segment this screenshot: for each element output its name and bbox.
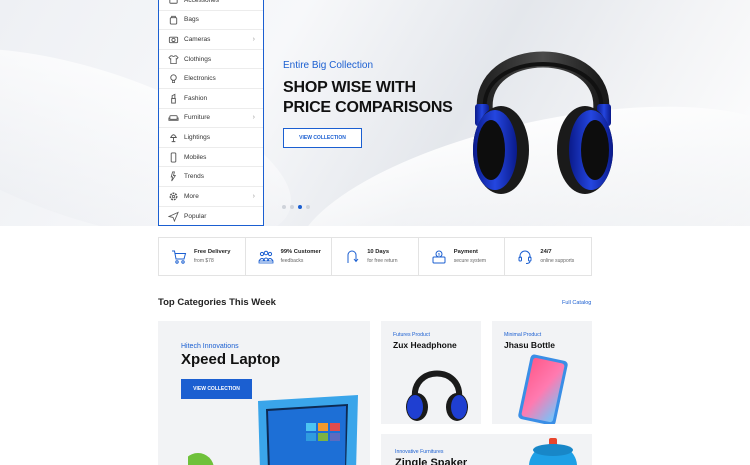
slider-dot[interactable] [282, 205, 286, 209]
hero-title: SHOP WISE WITH PRICE COMPARISONS [283, 78, 453, 118]
feature-text: Payment secure system [454, 249, 486, 264]
category-menu: Accessories Bags Cameras › Clothings Electron… [158, 0, 264, 226]
slider-dot[interactable] [298, 205, 302, 209]
category-item-label: Popular [184, 212, 207, 220]
hero-banner: Accessories Bags Cameras › Clothings Electron… [0, 0, 750, 226]
feature-title: 24/7 [540, 249, 552, 255]
hero-title-line2: PRICE COMPARISONS [283, 99, 453, 116]
category-item-furniture[interactable]: Furniture › [159, 109, 263, 129]
feature-title: 99% Customer [280, 249, 321, 255]
hero-background-swoosh [0, 8, 313, 226]
card-subtitle: Hitech Innovations [181, 343, 239, 350]
accessories-icon [167, 0, 179, 6]
chevron-right-icon: › [252, 35, 255, 43]
people-icon [258, 249, 274, 265]
feature-text: 10 Days for free return [367, 249, 397, 264]
category-item-label: Furniture [184, 114, 211, 122]
bulb-icon [167, 73, 179, 85]
mobile-icon [167, 151, 179, 163]
laptop-image [188, 395, 358, 465]
category-item-label: Electronics [184, 75, 216, 83]
card-title: Zingle Spaker [395, 457, 468, 465]
feature-item: Free Delivery from $78 [159, 238, 246, 275]
category-item-accessories[interactable]: Accessories [159, 0, 263, 11]
category-item-label: Fashion [184, 94, 208, 102]
category-item-bags[interactable]: Bags [159, 11, 263, 31]
category-card-laptop[interactable]: Hitech Innovations Xpeed Laptop VIEW COL… [158, 321, 370, 465]
feature-subtitle: secure system [453, 258, 487, 264]
feature-subtitle: feedbacks [280, 258, 304, 264]
headphone-hero-image [473, 51, 613, 194]
card-subtitle: Futures Product [393, 332, 430, 338]
category-item-label: Lightings [184, 133, 211, 141]
category-item-electronics[interactable]: Electronics [159, 69, 263, 89]
category-item-mobiles[interactable]: Mobiles [159, 148, 263, 168]
category-card-phone[interactable]: Minimal Product Jhasu Bottle [492, 321, 592, 424]
category-item-label: Mobiles [184, 153, 207, 161]
category-item-label: More [184, 192, 199, 200]
category-item-label: Clothings [184, 55, 212, 63]
category-item-more[interactable]: More › [159, 187, 263, 207]
category-card-headphone[interactable]: Futures Product Zux Headphone [381, 321, 481, 424]
slider-dot[interactable] [290, 205, 294, 209]
headphone-image [406, 370, 468, 421]
features-bar: Free Delivery from $78 99% Customer feedbac… [158, 237, 592, 276]
shirt-icon [167, 53, 179, 65]
category-item-lightings[interactable]: Lightings [159, 128, 263, 148]
cart-icon [171, 249, 187, 265]
card-title: Zux Headphone [393, 340, 457, 350]
feature-title: Payment [453, 249, 478, 255]
speaker-image [529, 438, 577, 465]
hero-text: Entire Big Collection SHOP WISE WITH PRI… [283, 60, 453, 118]
lipstick-icon [167, 92, 179, 104]
category-item-label: Trends [184, 173, 204, 181]
category-item-clothings[interactable]: Clothings [159, 50, 263, 70]
category-card-speaker[interactable]: Innovative Furnitures Zingle Spaker [381, 434, 592, 465]
view-collection-button[interactable]: VIEW COLLECTION [283, 128, 362, 148]
hero-subtitle: Entire Big Collection [283, 60, 374, 71]
chevron-right-icon: › [252, 114, 255, 122]
card-subtitle: Minimal Product [504, 332, 542, 338]
feature-item: 24/7 online supports [505, 238, 591, 275]
feature-text: 24/7 online supports [540, 249, 574, 264]
feature-subtitle: from $78 [194, 258, 214, 264]
chevron-right-icon: › [252, 192, 255, 200]
category-item-trends[interactable]: Trends [159, 167, 263, 187]
feature-subtitle: online supports [540, 258, 575, 264]
category-item-fashion[interactable]: Fashion [159, 89, 263, 109]
feature-text: Free Delivery from $78 [194, 249, 230, 264]
lamp-icon [167, 131, 179, 143]
hero-title-line1: SHOP WISE WITH [283, 79, 416, 96]
phone-image [518, 354, 568, 424]
category-item-label: Accessories [184, 0, 220, 4]
headset-icon [517, 249, 533, 265]
category-item-label: Cameras [184, 35, 211, 43]
card-title: Jhasu Bottle [504, 340, 556, 350]
payment-icon: $ [431, 249, 447, 265]
slider-dots [282, 205, 310, 209]
return-icon [344, 249, 360, 265]
card-subtitle: Innovative Furnitures [395, 449, 444, 455]
feature-text: 99% Customer feedbacks [281, 249, 321, 264]
send-icon [167, 210, 179, 222]
category-item-label: Bags [184, 16, 199, 24]
feature-item: $ Payment secure system [419, 238, 506, 275]
gear-icon [167, 190, 179, 202]
feature-title: 10 Days [367, 249, 390, 255]
bag-icon [167, 14, 179, 26]
category-item-popular[interactable]: Popular [159, 207, 263, 226]
category-item-cameras[interactable]: Cameras › [159, 30, 263, 50]
section-title: Top Categories This Week [158, 297, 276, 308]
feature-title: Free Delivery [194, 249, 231, 255]
svg-text:$: $ [438, 251, 441, 256]
trend-icon [167, 171, 179, 183]
full-catalog-link[interactable]: Full Catalog [562, 300, 591, 306]
card-title: Xpeed Laptop [181, 351, 281, 368]
slider-dot[interactable] [306, 205, 310, 209]
camera-icon [167, 33, 179, 45]
feature-item: 99% Customer feedbacks [246, 238, 333, 275]
feature-subtitle: for free return [367, 258, 398, 264]
feature-item: 10 Days for free return [332, 238, 419, 275]
sofa-icon [167, 112, 179, 124]
